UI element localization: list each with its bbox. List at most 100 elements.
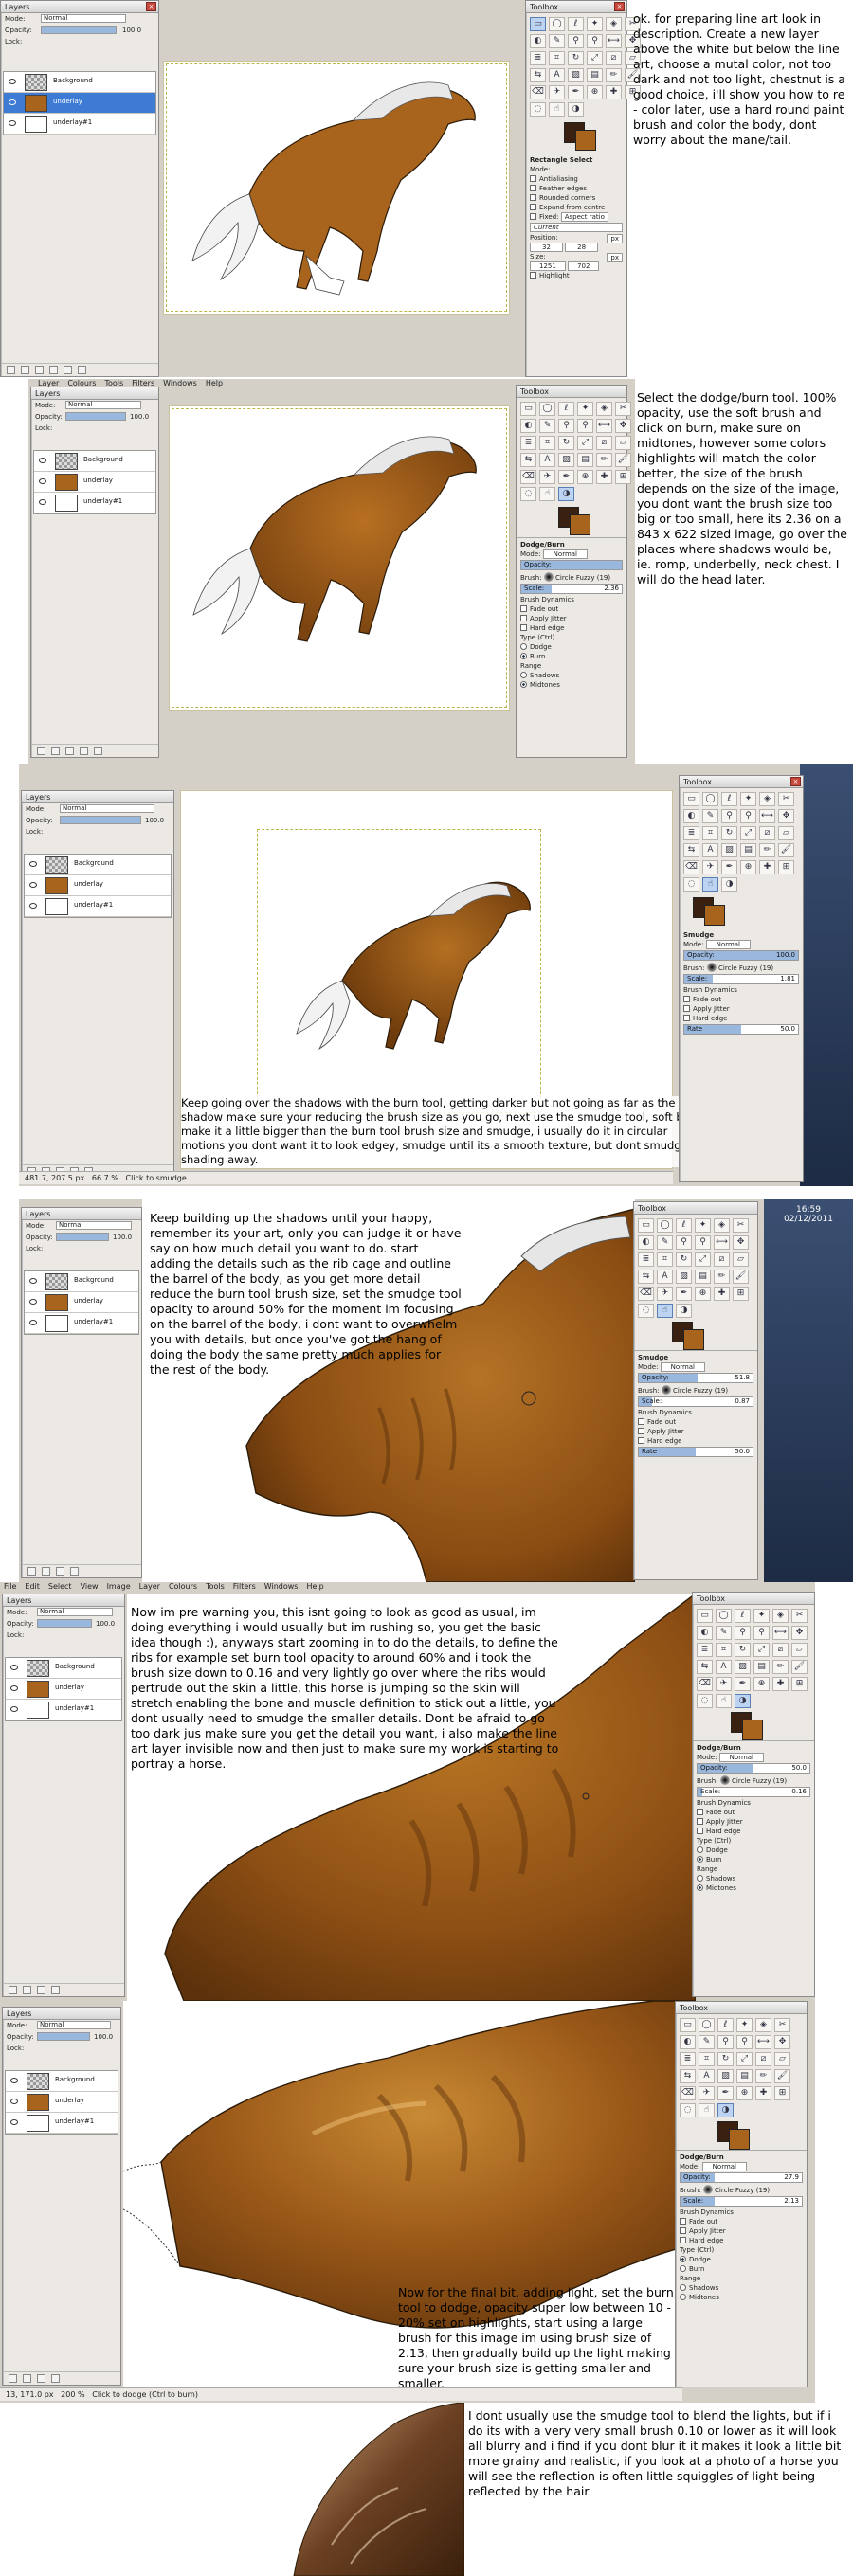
heal-icon[interactable]: ✚: [714, 1287, 730, 1301]
fuzzy-select-icon[interactable]: ✦: [753, 1609, 770, 1623]
rect-select-icon[interactable]: ▭: [697, 1609, 713, 1623]
dodge-burn-icon[interactable]: ◑: [717, 2103, 734, 2117]
clone-icon[interactable]: ⊕: [753, 1677, 770, 1691]
rotate-icon[interactable]: ↻: [568, 51, 584, 65]
airbrush-icon[interactable]: ✈: [716, 1677, 732, 1691]
mode-select[interactable]: Normal: [56, 1221, 132, 1230]
scale-icon[interactable]: ⤢: [740, 826, 756, 840]
eye-icon[interactable]: [10, 2119, 18, 2125]
rate-slider[interactable]: Rate 50.0: [638, 1447, 753, 1457]
eye-icon[interactable]: [10, 1685, 18, 1691]
image-canvas[interactable]: Keep building up the shadows until your …: [142, 1199, 635, 1582]
color-picker-icon[interactable]: ⚲: [568, 34, 584, 48]
dodge-radio[interactable]: Dodge: [693, 1846, 814, 1855]
new-layer-icon[interactable]: [9, 1986, 17, 1994]
eye-icon[interactable]: [10, 1665, 18, 1670]
zoom-icon[interactable]: ⚲: [736, 2035, 753, 2049]
eye-icon[interactable]: [9, 120, 16, 126]
bucket-fill-icon[interactable]: ▨: [558, 453, 574, 467]
text-icon[interactable]: A: [549, 68, 565, 82]
highlight-checkbox[interactable]: Highlight: [526, 271, 626, 280]
eye-icon[interactable]: [29, 1320, 37, 1325]
ink-icon[interactable]: ✒: [721, 860, 737, 874]
fuzzy-select-icon[interactable]: ✦: [736, 2018, 753, 2032]
airbrush-icon[interactable]: ✈: [702, 860, 718, 874]
eraser-icon[interactable]: ⌫: [530, 85, 546, 99]
opacity-slider[interactable]: Opacity: 27.9: [680, 2172, 803, 2183]
dodge-radio[interactable]: Dodge: [676, 2255, 807, 2264]
brush-dynamics[interactable]: Brush Dynamics: [517, 595, 626, 604]
scissors-icon[interactable]: ✂: [778, 792, 794, 806]
shear-icon[interactable]: ⧄: [759, 826, 775, 840]
opacity-slider[interactable]: Opacity: 100.0: [683, 950, 799, 961]
eye-icon[interactable]: [39, 478, 46, 484]
blur-icon[interactable]: ◌: [680, 2103, 696, 2117]
eye-icon[interactable]: [9, 99, 16, 105]
perspective-icon[interactable]: ▱: [733, 1252, 749, 1267]
heal-icon[interactable]: ✚: [606, 85, 622, 99]
paths-icon[interactable]: ✎: [702, 809, 718, 823]
bucket-fill-icon[interactable]: ▨: [721, 843, 737, 857]
scale-icon[interactable]: ⤢: [753, 1643, 770, 1657]
heal-icon[interactable]: ✚: [772, 1677, 789, 1691]
crop-icon[interactable]: ⌗: [657, 1252, 673, 1267]
crop-icon[interactable]: ⌗: [702, 826, 718, 840]
menu-item[interactable]: Windows: [264, 1582, 299, 1591]
text-icon[interactable]: A: [702, 843, 718, 857]
pencil-icon[interactable]: ✏: [759, 843, 775, 857]
layer-row[interactable]: Background: [25, 1271, 138, 1292]
layer-row[interactable]: underlay#1: [34, 493, 155, 513]
paths-icon[interactable]: ✎: [539, 419, 555, 433]
bucket-fill-icon[interactable]: ▨: [676, 1270, 692, 1284]
move-icon[interactable]: ✥: [774, 2035, 790, 2049]
duplicate-layer-icon[interactable]: [80, 747, 88, 755]
smudge-icon[interactable]: ☝: [699, 2103, 715, 2117]
smudge-icon[interactable]: ☝: [657, 1304, 673, 1318]
paths-icon[interactable]: ✎: [716, 1626, 732, 1640]
raise-layer-icon[interactable]: [21, 366, 29, 374]
mode-row[interactable]: Mode: Normal: [680, 940, 803, 949]
mode-select[interactable]: Normal: [41, 14, 126, 23]
zoom-icon[interactable]: ⚲: [740, 809, 756, 823]
background-color-swatch[interactable]: [683, 1329, 704, 1350]
foreground-select-icon[interactable]: ◐: [697, 1626, 713, 1640]
ellipse-select-icon[interactable]: ◯: [699, 2018, 715, 2032]
rect-select-icon[interactable]: ▭: [680, 2018, 696, 2032]
layer-row[interactable]: underlay: [34, 472, 155, 493]
paintbrush-icon[interactable]: 🖌: [791, 1660, 808, 1674]
text-icon[interactable]: A: [539, 453, 555, 467]
layer-row[interactable]: Background: [25, 855, 171, 875]
crop-icon[interactable]: ⌗: [539, 436, 555, 450]
rotate-icon[interactable]: ↻: [735, 1643, 751, 1657]
heal-icon[interactable]: ✚: [755, 2086, 771, 2100]
rect-select-icon[interactable]: ▭: [638, 1218, 654, 1233]
pencil-icon[interactable]: ✏: [714, 1270, 730, 1284]
measure-icon[interactable]: ⟷: [596, 419, 612, 433]
flip-icon[interactable]: ⇆: [520, 453, 536, 467]
shear-icon[interactable]: ⧄: [714, 1252, 730, 1267]
ink-icon[interactable]: ✒: [735, 1677, 751, 1691]
crop-icon[interactable]: ⌗: [716, 1643, 732, 1657]
ellipse-select-icon[interactable]: ◯: [657, 1218, 673, 1233]
menu-item[interactable]: File: [4, 1582, 16, 1591]
lower-layer-icon[interactable]: [37, 2374, 45, 2383]
foreground-select-icon[interactable]: ◐: [683, 809, 699, 823]
airbrush-icon[interactable]: ✈: [539, 470, 555, 484]
layer-row-selected[interactable]: underlay: [4, 93, 155, 114]
background-color-swatch[interactable]: [575, 130, 596, 151]
ink-icon[interactable]: ✒: [558, 470, 574, 484]
eraser-icon[interactable]: ⌫: [520, 470, 536, 484]
mode-select[interactable]: Normal: [60, 804, 154, 813]
blend-icon[interactable]: ▤: [753, 1660, 770, 1674]
opacity-value[interactable]: 100.0: [145, 815, 164, 826]
crop-icon[interactable]: ⌗: [699, 2052, 715, 2066]
perspective-clone-icon[interactable]: ⊞: [615, 470, 631, 484]
background-color-swatch[interactable]: [729, 2129, 750, 2150]
new-layer-icon[interactable]: [37, 747, 45, 755]
text-icon[interactable]: A: [699, 2069, 715, 2083]
eye-icon[interactable]: [29, 903, 37, 909]
color-select-icon[interactable]: ◈: [606, 17, 622, 31]
eye-icon[interactable]: [29, 1278, 37, 1284]
perspective-clone-icon[interactable]: ⊞: [774, 2086, 790, 2100]
eraser-icon[interactable]: ⌫: [680, 2086, 696, 2100]
